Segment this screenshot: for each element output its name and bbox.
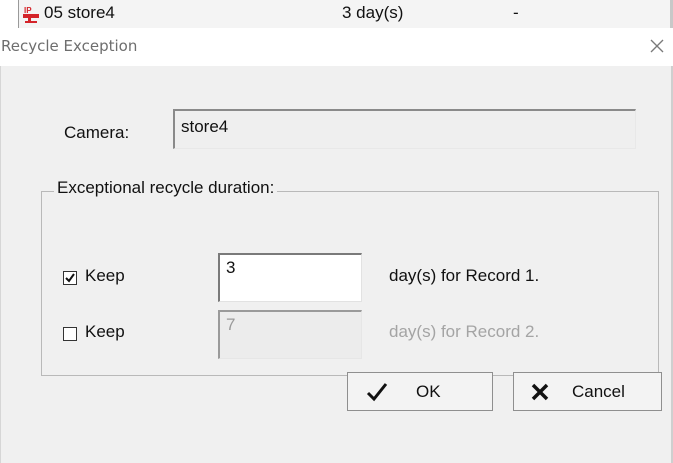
svg-text:IP: IP [24,6,32,15]
ip-camera-icon: IP [22,5,40,23]
x-mark-icon [530,382,550,407]
duration-cell: 3 day(s) [342,3,404,22]
cancel-button-label: Cancel [572,382,625,401]
group-title: Exceptional recycle duration: [54,178,278,198]
row-separator [18,0,19,28]
dialog-title: Recycle Exception [1,37,138,55]
record1-days-input[interactable]: 3 [218,253,362,302]
cancel-button[interactable]: Cancel [513,372,662,411]
camera-field: store4 [173,109,636,149]
dialog-border [0,66,1,463]
dialog-titlebar[interactable]: Recycle Exception [0,28,673,66]
record2-suffix-label: day(s) for Record 2. [389,322,540,341]
camera-list-row[interactable]: IP 05 store4 3 day(s) - [0,0,673,28]
ok-button[interactable]: OK [347,372,493,411]
keep-record2-label[interactable]: Keep [85,322,125,342]
keep-record1-label[interactable]: Keep [85,266,125,286]
keep-record2-checkbox[interactable] [63,327,77,341]
record2-days-input: 7 [218,310,362,359]
extra-cell: - [513,3,519,22]
row-left-edge [0,0,18,28]
record1-suffix-label: day(s) for Record 1. [389,266,540,285]
keep-record1-checkbox[interactable] [63,271,77,285]
close-icon[interactable] [647,36,667,56]
camera-name-cell: 05 store4 [44,3,115,22]
ok-button-label: OK [416,382,441,401]
checkmark-icon [366,382,388,407]
camera-label: Camera: [64,123,130,142]
